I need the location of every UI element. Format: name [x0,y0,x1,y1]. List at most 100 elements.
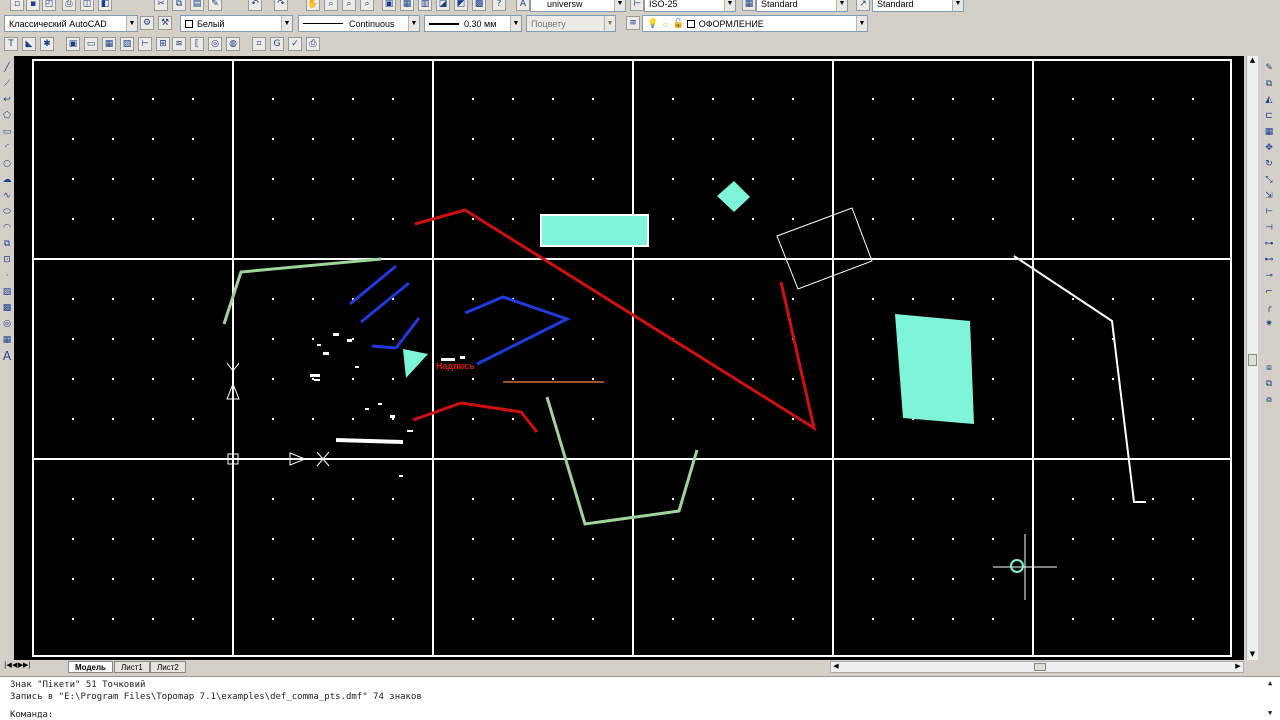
drawing-canvas[interactable]: Надпись [14,56,1244,660]
multileader-style-select[interactable]: Standard ▼ [872,0,964,12]
print-icon[interactable]: ⎙ [306,37,320,51]
ellipse-arc-icon[interactable]: ◠ [1,222,13,234]
region-icon[interactable]: ◎ [1,318,13,330]
revcloud-icon[interactable]: ☁ [1,174,13,186]
globe-icon[interactable]: ◍ [226,37,240,51]
label-icon[interactable]: ⌗ [252,37,266,51]
mirror-icon[interactable]: ◭ [1263,94,1275,106]
trim-icon[interactable]: ⊢ [1263,206,1275,218]
hscrollbar-thumb[interactable] [1034,663,1046,671]
break-at-point-icon[interactable]: ⊶ [1263,238,1275,250]
command-prompt[interactable]: Команда: [10,710,53,720]
scroll-right-arrow-icon[interactable]: ▶ [1233,662,1243,672]
fillet-icon[interactable]: ╭ [1263,302,1275,314]
cyan-quadrilateral[interactable] [895,314,974,424]
arc-icon[interactable]: ◜ [1,142,13,154]
circle-icon[interactable]: ○ [1,158,13,170]
save-icon[interactable]: ▪ [26,0,40,11]
canvas-label-text[interactable]: Надпись [436,361,475,371]
workspace-tool-icon[interactable]: ⚒ [158,16,172,30]
scroll-up-arrow-icon[interactable]: ▲ [1247,56,1258,66]
chevron-down-icon[interactable]: ▼ [408,16,419,31]
point-icon[interactable]: · [1,270,13,282]
offset-icon[interactable]: ⊏ [1263,110,1275,122]
vertical-scrollbar[interactable]: ▲ ▼ [1246,56,1258,660]
snowflake-icon[interactable]: ✱ [40,37,54,51]
table-style-icon[interactable]: ▦ [742,0,756,11]
polyline-icon[interactable]: ↩ [1,94,13,106]
color-select[interactable]: Белый ▼ [180,15,293,32]
text-format-icon[interactable]: T [4,37,18,51]
chevron-down-icon[interactable]: ▼ [856,16,867,31]
gradient-icon[interactable]: ▩ [1,302,13,314]
chevron-down-icon[interactable]: ▼ [952,0,963,11]
layer-select[interactable]: 💡 ☼ 🔓 ОФОРМЛЕНИЕ ▼ [642,15,868,32]
copy-icon[interactable]: ⧉ [172,0,186,11]
tab-sheet2[interactable]: Лист2 [150,661,186,673]
scale-icon[interactable]: ⤡ [1263,174,1275,186]
scrollbar-thumb[interactable] [1248,354,1257,366]
fill-icon[interactable]: ◣ [22,37,36,51]
print-icon[interactable]: ⎙ [62,0,76,11]
scroll-down-arrow-icon[interactable]: ▼ [1247,650,1258,660]
join-icon[interactable]: ⊸ [1263,270,1275,282]
chevron-down-icon[interactable]: ▼ [604,16,615,31]
rotate-icon[interactable]: ↻ [1263,158,1275,170]
design-center-icon[interactable]: ▦ [400,0,414,11]
scroll-left-arrow-icon[interactable]: ◀ [831,662,841,672]
table-icon[interactable]: ▦ [1,334,13,346]
plotstyle-select[interactable]: Поцвету ▼ [526,15,616,32]
chevron-down-icon[interactable]: ▼ [614,0,625,11]
layer-manager-icon[interactable]: ≡ [626,16,640,30]
pan-icon[interactable]: ✋ [306,0,320,11]
chevron-down-icon[interactable]: ▼ [724,0,735,11]
wave-icon[interactable]: ≋ [172,37,186,51]
redo-icon[interactable]: ↷ [274,0,288,11]
workspace-select[interactable]: Классический AutoCAD ▼ [4,15,138,32]
chevron-down-icon[interactable]: ▼ [126,16,137,31]
construction-line-icon[interactable]: ⟋ [1,78,13,90]
polygon-icon[interactable]: ⬠ [1,110,13,122]
zoom-window-icon[interactable]: ⌕ [342,0,356,11]
array-icon[interactable]: ▦ [1263,126,1275,138]
match-props-icon[interactable]: ✎ [208,0,222,11]
move-icon[interactable]: ✥ [1263,142,1275,154]
sheet-set-icon[interactable]: ◪ [436,0,450,11]
make-block-icon[interactable]: ⊡ [1,254,13,266]
cyan-rectangle[interactable] [540,214,649,247]
hatch-icon[interactable]: ▨ [120,37,134,51]
bracket-icon[interactable]: ⟦ [190,37,204,51]
extend-icon[interactable]: ⊣ [1263,222,1275,234]
grid-icon[interactable]: ▦ [102,37,116,51]
publish-icon[interactable]: ◧ [98,0,112,11]
ellipse-icon[interactable]: ⬭ [1,206,13,218]
dim-style-select[interactable]: ISO-25 ▼ [644,0,736,12]
dimension-icon[interactable]: ⊢ [138,37,152,51]
drawing-viewport[interactable]: Надпись [14,56,1244,660]
rectangle-icon[interactable]: ▭ [1,126,13,138]
zoom-realtime-icon[interactable]: ⌕ [324,0,338,11]
new-file-icon[interactable]: ▫ [10,0,24,11]
prev-tab-icon[interactable]: ◀ [12,661,17,669]
draw-order-front-icon[interactable]: ⧉ [1263,378,1275,390]
chevron-down-icon[interactable]: ▼ [510,16,521,31]
undo-icon[interactable]: ↶ [248,0,262,11]
gbd-icon[interactable]: G [270,37,284,51]
preview-icon[interactable]: ◫ [80,0,94,11]
command-scroll-up-icon[interactable]: ▲ [1268,679,1272,687]
table-icon[interactable]: ⊞ [156,37,170,51]
stretch-icon[interactable]: ⇲ [1263,190,1275,202]
white-thick-bar[interactable] [335,438,404,444]
markup-icon[interactable]: ◩ [454,0,468,11]
rectangle-icon[interactable]: ▭ [84,37,98,51]
erase-icon[interactable]: ✎ [1263,62,1275,74]
draw-order-back-icon[interactable]: ⧇ [1263,394,1275,406]
check-icon[interactable]: ✓ [288,37,302,51]
text-style-select[interactable]: universw ▼ [530,0,626,12]
hatch-icon[interactable]: ▨ [1,286,13,298]
image-icon[interactable]: ▣ [66,37,80,51]
table-style-select[interactable]: Standard ▼ [756,0,848,12]
properties-icon[interactable]: ▣ [382,0,396,11]
break-icon[interactable]: ⊷ [1263,254,1275,266]
line-icon[interactable]: ╱ [1,62,13,74]
